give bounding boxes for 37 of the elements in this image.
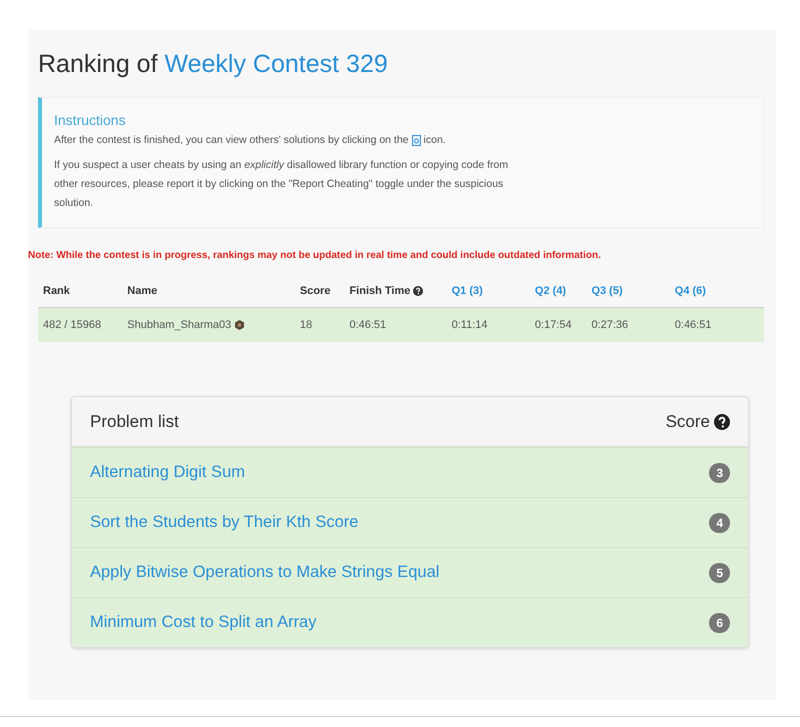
table-cell: 0:11:14: [452, 319, 488, 331]
problem-link[interactable]: Sort the Students by Their Kth Score: [90, 513, 358, 532]
table-cell: 0:27:36: [591, 319, 628, 331]
problem-link[interactable]: Alternating Digit Sum: [90, 463, 245, 482]
score-label: Score: [666, 412, 710, 432]
column-header-link[interactable]: Q4 (6): [674, 285, 706, 297]
table-cell: 0:46:51: [349, 319, 386, 331]
problem-link[interactable]: Apply Bitwise Operations to Make Strings Equal: [90, 563, 440, 582]
table-cell: 0:46:51: [674, 319, 712, 331]
instructions-heading: Instructions: [54, 112, 127, 128]
contest-link[interactable]: Weekly Contest 329: [164, 50, 388, 78]
table-cell: Shubham_Sharma03: [127, 319, 232, 331]
help-icon: [413, 286, 424, 296]
instruction-text: icon.: [424, 134, 446, 146]
score-badge: 3: [709, 462, 730, 482]
help-icon: [714, 414, 730, 430]
table-cell: 18: [300, 319, 312, 331]
problem-link[interactable]: Minimum Cost to Split an Array: [90, 613, 316, 632]
document-icon: [412, 134, 421, 146]
column-header: Score: [300, 285, 330, 297]
warning-note: Note: While the contest is in progress, rankings may not be updated in real time and could include outdated information.: [28, 250, 602, 261]
card-title: Problem list: [90, 412, 179, 432]
hexagon-icon: [235, 320, 244, 330]
score-badge: 4: [709, 512, 730, 532]
column-header-link[interactable]: Q2 (4): [534, 285, 566, 297]
column-header: Finish Time: [349, 285, 410, 297]
instruction-paragraph: If you suspect a user cheats by using an explicitly disallowed library function or copying code from other resources, please report it by clicking on the "Report Cheating" toggle under the suspicious solution.: [54, 158, 510, 211]
column-header: Name: [127, 285, 158, 297]
column-header: Rank: [43, 285, 70, 297]
instruction-text: After the contest is finished, you can view others' solutions by clicking on the: [54, 134, 409, 146]
column-header-link[interactable]: Q3 (5): [591, 285, 623, 297]
page-title: Ranking of: [38, 50, 158, 78]
score-badge: 6: [709, 612, 730, 632]
score-badge: 5: [709, 562, 730, 582]
table-cell: 482 / 15968: [43, 319, 102, 331]
column-header-link[interactable]: Q1 (3): [452, 285, 483, 297]
table-cell: 0:17:54: [534, 319, 572, 331]
